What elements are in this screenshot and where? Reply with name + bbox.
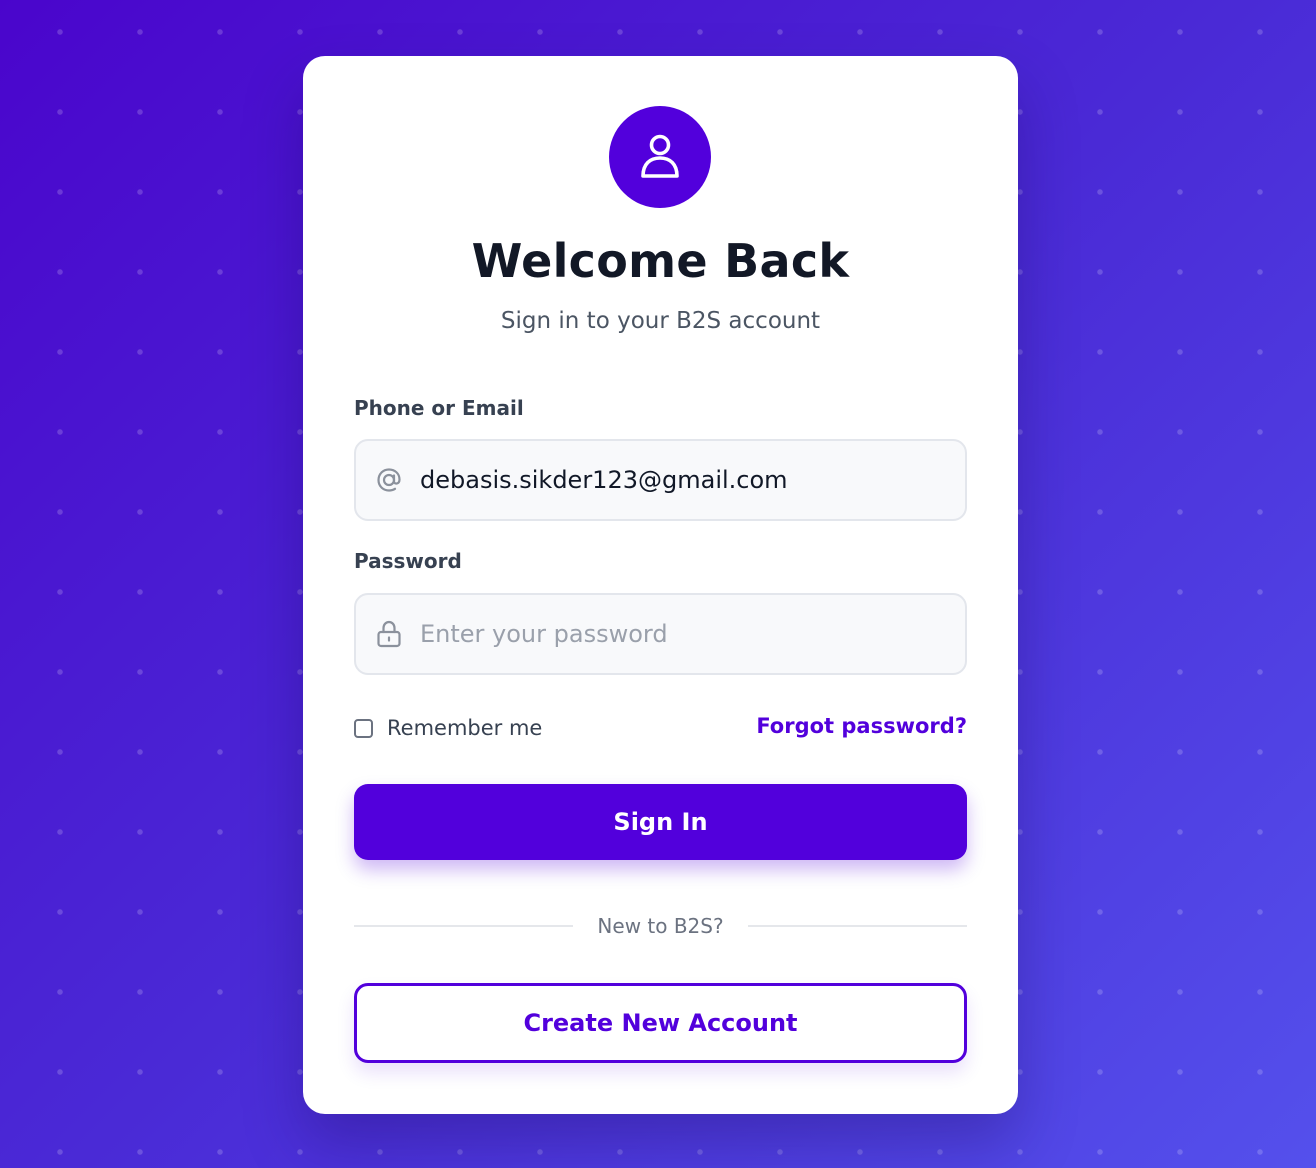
create-account-button[interactable]: Create New Account [354, 983, 967, 1063]
identifier-label: Phone or Email [354, 396, 524, 420]
user-icon [641, 134, 679, 178]
avatar [609, 106, 711, 208]
page-title: Welcome Back [471, 234, 850, 288]
password-label: Password [354, 549, 462, 573]
remember-me[interactable]: Remember me [354, 716, 542, 740]
remember-me-label: Remember me [387, 716, 543, 740]
identifier-field[interactable] [354, 439, 967, 521]
password-field[interactable] [354, 593, 967, 675]
divider: New to B2S? [354, 914, 968, 938]
at-sign-icon [374, 465, 404, 495]
identifier-input[interactable] [420, 441, 949, 519]
lock-icon [374, 619, 404, 649]
login-card: Welcome Back Sign in to your B2S account… [303, 56, 1018, 1114]
divider-line-right [747, 925, 968, 927]
sign-in-button[interactable]: Sign In [354, 784, 967, 860]
forgot-password-link[interactable]: Forgot password? [756, 714, 967, 738]
page-subtitle: Sign in to your B2S account [500, 308, 821, 334]
password-input[interactable] [420, 595, 949, 673]
remember-me-checkbox[interactable] [354, 718, 373, 738]
divider-text: New to B2S? [597, 914, 724, 938]
divider-line-left [354, 925, 574, 927]
